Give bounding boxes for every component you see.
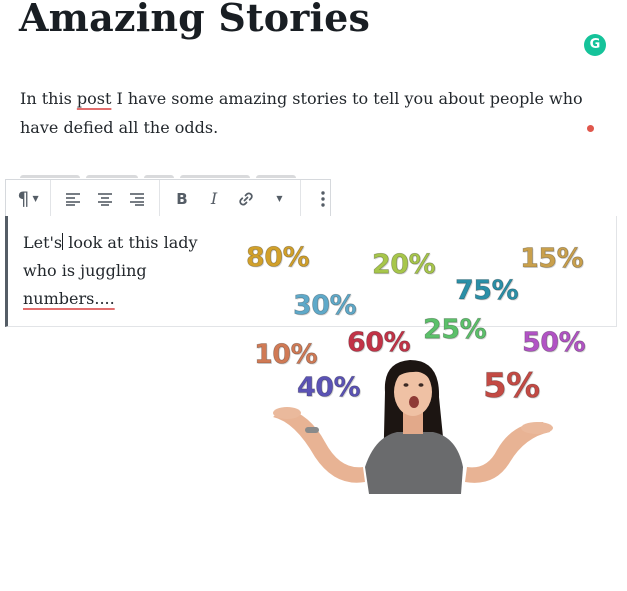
options-group (301, 180, 345, 217)
link-button[interactable] (230, 185, 262, 213)
intro-paragraph[interactable]: In this post I have some amazing stories… (20, 84, 600, 142)
grammarly-icon[interactable]: G (584, 34, 606, 56)
block-misspelled-word: numbers.... (23, 289, 115, 308)
block-toolbar: ¶ ▼ B I ▼ (5, 179, 331, 218)
align-left-icon (66, 192, 80, 206)
chevron-down-icon: ▼ (276, 194, 283, 203)
ellipsis-vertical-icon (321, 190, 325, 207)
chevron-down-icon: ▼ (32, 194, 39, 203)
more-formatting-button[interactable]: ▼ (262, 185, 294, 213)
italic-button[interactable]: I (198, 185, 230, 213)
align-right-button[interactable] (121, 185, 153, 213)
block-text[interactable]: Let's look at this lady who is juggling … (23, 229, 213, 313)
post-title[interactable]: Amazing Stories (19, 0, 370, 42)
para-misspelled-word: post (76, 89, 112, 108)
bold-button[interactable]: B (166, 185, 198, 213)
paragraph-block-switcher[interactable]: ¶ ▼ (12, 185, 44, 213)
link-icon (239, 192, 253, 205)
formatting-group: B I ▼ (160, 180, 301, 217)
juggling-numbers-image[interactable]: 80% 20% 15% 75% 30% 25% 60% 50% 10% 5% 4… (225, 232, 605, 502)
alignment-group (51, 180, 160, 217)
align-left-button[interactable] (57, 185, 89, 213)
hidden-paragraph-text (20, 166, 320, 178)
align-center-button[interactable] (89, 185, 121, 213)
para-text-start: In this (20, 89, 77, 108)
woman-illustration (273, 360, 553, 494)
pilcrow-icon: ¶ (17, 187, 30, 210)
align-right-icon (130, 192, 144, 206)
block-text-start: Let's (23, 233, 63, 252)
block-type-group: ¶ ▼ (6, 180, 51, 217)
more-options-button[interactable] (307, 185, 339, 213)
align-center-icon (98, 192, 112, 206)
